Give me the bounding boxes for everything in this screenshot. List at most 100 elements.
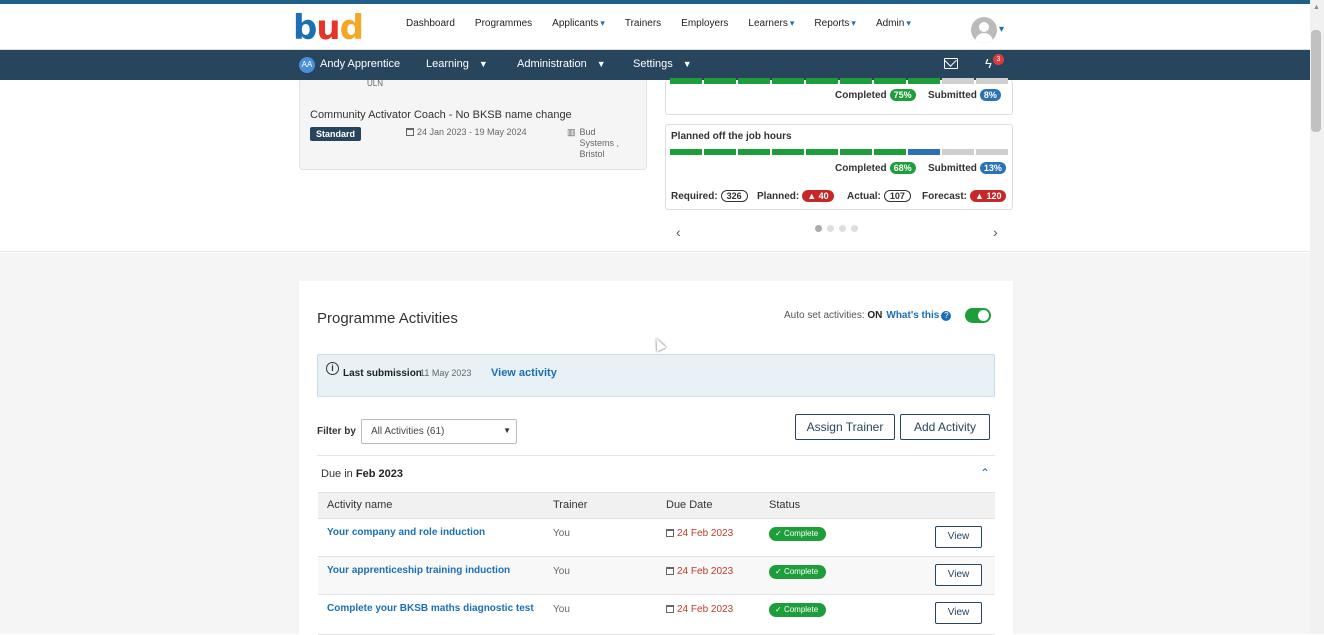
add-activity-button[interactable]: Add Activity	[900, 414, 990, 440]
view-activity-button[interactable]: View	[935, 564, 982, 586]
progress-segment	[942, 78, 974, 84]
notification-count-badge: 3	[993, 54, 1004, 65]
chevron-down-icon: ▼	[596, 59, 606, 69]
progress-segment	[874, 149, 906, 155]
progress-submitted: Submitted 8%	[928, 89, 1001, 101]
progress-segment	[874, 78, 906, 84]
otj-required: Required: 326	[671, 190, 748, 202]
info-icon: i	[326, 362, 339, 375]
question-icon[interactable]: ?	[941, 311, 952, 321]
progress-segment	[806, 149, 838, 155]
last-submission-date: 11 May 2023	[420, 368, 472, 378]
activity-name-link[interactable]: Your apprenticeship training induction	[327, 563, 537, 579]
administration-menu[interactable]: Administration ▼	[517, 58, 606, 70]
chevron-down-icon: ▾	[906, 18, 911, 28]
user-avatar-icon[interactable]	[971, 17, 997, 43]
status-badge: ✓ Complete	[769, 565, 827, 579]
bud-logo[interactable]: bud	[293, 10, 364, 46]
progress-segment	[704, 149, 736, 155]
progress-segment	[704, 78, 736, 84]
carousel-dot[interactable]	[815, 225, 822, 232]
scroll-up-icon[interactable]: ▲	[1313, 4, 1320, 11]
progress-segment	[908, 78, 940, 84]
employer-info: ▥ Bud Systems , Bristol	[567, 127, 620, 159]
check-icon: ✓	[775, 567, 782, 576]
standard-badge: Standard	[310, 127, 362, 141]
progress-segment	[976, 78, 1008, 84]
learner-summary-section	[0, 80, 1310, 252]
activity-due-date: 24 Feb 2023	[666, 604, 733, 615]
mail-icon[interactable]	[944, 58, 958, 69]
nav-item-trainers[interactable]: Trainers	[615, 18, 671, 29]
carousel-dot[interactable]	[839, 225, 846, 232]
calendar-icon	[666, 529, 674, 537]
otj-forecast: Forecast: ▲ 120	[922, 190, 1007, 202]
chevron-down-icon: ▾	[851, 18, 856, 28]
assign-trainer-button[interactable]: Assign Trainer	[795, 414, 895, 440]
otj-completed: Completed 68%	[835, 162, 916, 174]
filter-label: Filter by	[317, 426, 356, 437]
nav-item-dashboard[interactable]: Dashboard	[396, 18, 465, 29]
progress-segment	[976, 149, 1008, 155]
warning-icon: ▲	[807, 191, 817, 201]
progress-bar	[670, 78, 1008, 84]
progress-segment	[840, 149, 872, 155]
carousel-dot[interactable]	[851, 225, 858, 232]
chevron-down-icon: ▾	[789, 18, 795, 28]
auto-set-activities: Auto set activities: ON What's this?	[784, 310, 952, 321]
warning-icon: ▲	[975, 191, 984, 201]
carousel-next-icon[interactable]: ›	[993, 224, 998, 240]
view-activity-link[interactable]: View activity	[491, 367, 557, 379]
due-group-header[interactable]: Due in Feb 2023	[321, 468, 403, 480]
learner-name[interactable]: Andy Apprentice	[320, 58, 400, 70]
activity-filter-select[interactable]: All Activities (61) ▼	[361, 419, 517, 444]
auto-set-toggle[interactable]	[965, 308, 991, 323]
building-icon: ▥	[567, 127, 576, 137]
carousel-dot[interactable]	[827, 225, 834, 232]
learning-menu[interactable]: Learning ▼	[426, 58, 488, 70]
nav-item-reports[interactable]: Reports ▾	[804, 18, 866, 29]
view-activity-button[interactable]: View	[935, 526, 982, 548]
chevron-down-icon[interactable]: ▾	[999, 24, 1004, 35]
chevron-down-icon: ▼	[478, 59, 488, 69]
top-bar: bud Dashboard Programmes Applicants ▾ Traine…	[0, 4, 1310, 50]
activity-name-link[interactable]: Your company and role induction	[327, 525, 537, 541]
activity-name-link[interactable]: Complete your BKSB maths diagnostic test	[327, 601, 537, 617]
progress-segment	[738, 149, 770, 155]
progress-segment	[908, 149, 940, 155]
carousel-prev-icon[interactable]: ‹	[676, 224, 681, 240]
learner-subnav: AA Andy Apprentice Learning ▼ Administrat…	[0, 50, 1310, 80]
view-activity-button[interactable]: View	[935, 602, 982, 624]
status-badge: ✓ Complete	[769, 603, 827, 617]
otj-progress-bar	[670, 149, 1008, 155]
otj-actual: Actual: 107	[847, 190, 911, 202]
last-submission-label: Last submission	[343, 368, 422, 379]
progress-segment	[806, 78, 838, 84]
settings-menu[interactable]: Settings ▼	[633, 58, 692, 70]
progress-segment	[738, 78, 770, 84]
activity-trainer: You	[553, 528, 570, 539]
activity-due-date: 24 Feb 2023	[666, 566, 733, 577]
scrollbar-thumb[interactable]	[1311, 30, 1321, 132]
activity-due-date: 24 Feb 2023	[666, 528, 733, 539]
divider	[317, 455, 995, 456]
status-badge: ✓ Complete	[769, 527, 827, 541]
nav-item-applicants[interactable]: Applicants ▾	[542, 18, 615, 29]
nav-item-programmes[interactable]: Programmes	[465, 18, 542, 29]
chevron-up-icon[interactable]: ⌃	[980, 466, 990, 480]
whats-this-link[interactable]: What's this	[886, 310, 939, 321]
chevron-down-icon: ▼	[503, 426, 511, 435]
table-header	[318, 492, 995, 519]
progress-segment	[772, 149, 804, 155]
progress-segment	[772, 78, 804, 84]
calendar-icon	[406, 128, 414, 136]
progress-segment	[670, 149, 702, 155]
programme-name: Community Activator Coach - No BKSB name…	[310, 109, 572, 121]
activity-trainer: You	[553, 566, 570, 577]
otj-submitted: Submitted 13%	[928, 162, 1006, 174]
chevron-down-icon: ▼	[682, 59, 692, 69]
nav-item-learners[interactable]: Learners ▾	[738, 18, 804, 29]
nav-item-employers[interactable]: Employers	[671, 18, 738, 29]
nav-item-admin[interactable]: Admin ▾	[866, 18, 921, 29]
notification-bolt-icon[interactable]: ϟ	[985, 56, 992, 71]
